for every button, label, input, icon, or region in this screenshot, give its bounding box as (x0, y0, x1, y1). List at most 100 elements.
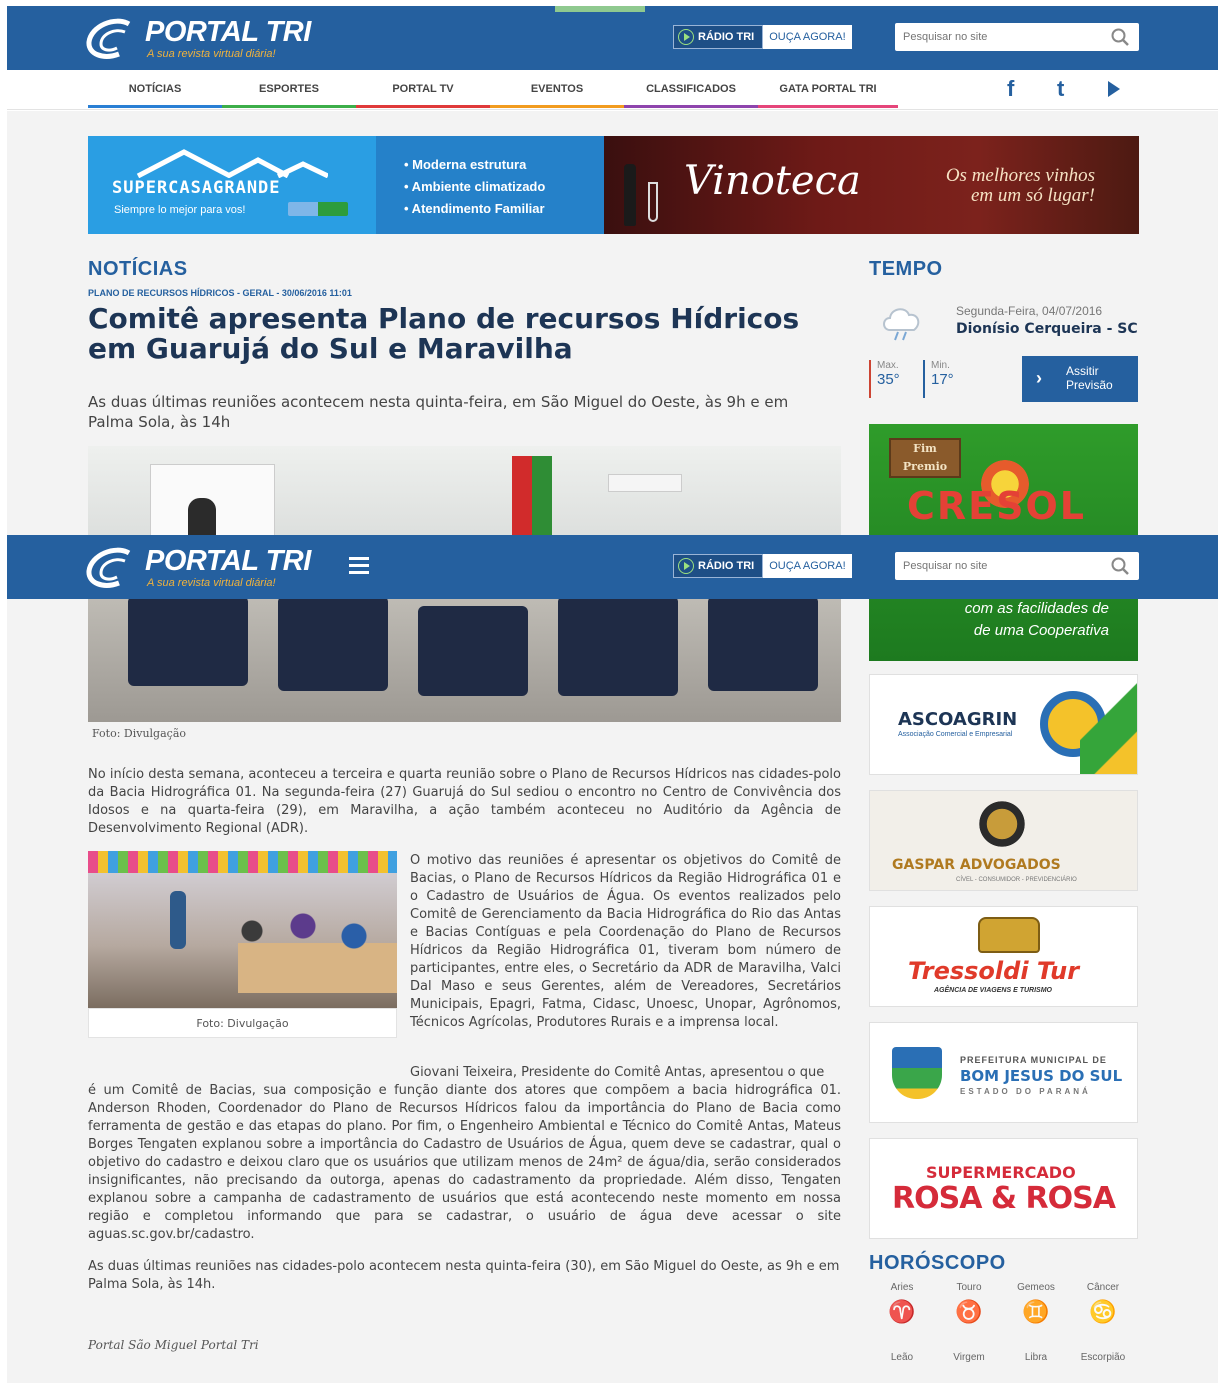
nav-color-bar (88, 105, 222, 108)
weather-date: Segunda-Feira, 04/07/2016 (956, 304, 1103, 318)
horoscope-leao[interactable]: Leão (877, 1352, 927, 1363)
cresol-tag-line: com as facilidades de (964, 600, 1109, 617)
article-paragraph: No início desta semana, aconteceu a terc… (88, 767, 841, 836)
article-paragraph: O motivo das reuniões é apresentar os ob… (410, 853, 841, 1030)
nav-color-bar (222, 105, 356, 108)
site-logo[interactable]: PORTAL TRI A sua revista virtual diária! (85, 16, 315, 62)
chair-shape (708, 596, 818, 691)
bus-icon (978, 917, 1040, 953)
search-icon[interactable] (1111, 557, 1129, 575)
taurus-icon: ♉ (955, 1299, 983, 1324)
rosa-brand: ROSA & ROSA (892, 1181, 1116, 1216)
main-nav: NOTÍCIAS ESPORTES PORTAL TV EVENTOS CLAS… (7, 70, 1218, 110)
cresol-sign: Fim Premio (889, 438, 961, 478)
search-input[interactable] (895, 552, 1095, 580)
nav-item-noticias[interactable]: NOTÍCIAS (88, 70, 222, 108)
chair-shape (278, 596, 388, 691)
watch-forecast-button[interactable]: › Assitir Previsão (1022, 356, 1138, 402)
rosa-rosa-ad[interactable]: SUPERMERCADO ROSA & ROSA (869, 1138, 1138, 1239)
twitter-icon[interactable]: t (1057, 76, 1064, 102)
horoscope-gemeos[interactable]: Gemeos ♊ (1011, 1282, 1061, 1325)
gaspar-laurel-icon (974, 799, 1030, 849)
supercasagrande-brand: SUPERCASAGRANDE (112, 178, 281, 198)
cresol-tagline: com as facilidades de de uma Cooperativa (909, 598, 1109, 642)
radio-label[interactable]: RÁDIO TRI (673, 25, 764, 49)
nav-label: CLASSIFICADOS (646, 83, 736, 95)
article-meta[interactable]: PLANO DE RECURSOS HÍDRICOS - GERAL - 30/… (88, 288, 352, 298)
horoscope-label: Touro (956, 1282, 982, 1293)
weather-max-value: 35° (877, 371, 900, 388)
search-box (895, 23, 1139, 51)
weather-min-value: 17° (931, 371, 954, 388)
horoscope-libra[interactable]: Libra (1011, 1352, 1061, 1363)
play-icon (678, 29, 694, 45)
bom-jesus-line1: PREFEITURA MUNICIPAL DE (960, 1055, 1107, 1065)
article-paragraph: é um Comitê de Bacias, sua composição e … (88, 1083, 841, 1242)
hamburger-menu-icon[interactable] (349, 557, 369, 575)
logo-swoosh-icon (86, 18, 131, 59)
rosa-line1: SUPERMERCADO (926, 1163, 1076, 1182)
ascoagrin-sub: Associação Comercial e Empresarial (898, 731, 1013, 738)
logo-tagline: A sua revista virtual diária! (147, 577, 276, 589)
nav-label: EVENTOS (530, 83, 584, 95)
flags-icon (288, 202, 348, 216)
article-second-photo[interactable] (88, 851, 397, 1008)
nav-label: NOTÍCIAS (128, 83, 182, 95)
facebook-icon[interactable]: f (1007, 76, 1014, 102)
article-lead: As duas últimas reuniões acontecem nesta… (88, 393, 789, 431)
horoscope-escorpiao[interactable]: Escorpião (1078, 1352, 1128, 1363)
gaspar-brand: GASPAR ADVOGADOS (892, 857, 1061, 873)
horoscope-label: Gemeos (1017, 1282, 1055, 1293)
weather-max: Max. 35° (869, 360, 900, 398)
top-header: PORTAL TRI A sua revista virtual diária!… (7, 6, 1218, 70)
nav-color-bar (356, 105, 490, 108)
audience-group (218, 911, 388, 961)
nav-item-esportes[interactable]: ESPORTES (222, 70, 356, 108)
nav-item-gata-portal-tri[interactable]: GATA PORTAL TRI (758, 70, 898, 108)
nav-item-classificados[interactable]: CLASSIFICADOS (624, 70, 758, 108)
horoscope-cancer[interactable]: Câncer ♋ (1078, 1282, 1128, 1325)
listen-now-label[interactable]: OUÇA AGORA! (763, 25, 852, 49)
cresol-brand: CRESOL (907, 484, 1086, 528)
wine-glass-icon (648, 182, 658, 222)
top-banner-ad[interactable]: SUPERCASAGRANDE Siempre lo mejor para vo… (88, 136, 1139, 234)
radio-label-text: RÁDIO TRI (698, 31, 755, 43)
wine-bottle-icon (624, 164, 636, 226)
nav-item-eventos[interactable]: EVENTOS (490, 70, 624, 108)
ascoagrin-ad[interactable]: ASCOAGRIN Associação Comercial e Empresa… (869, 674, 1138, 775)
bom-jesus-line3: ESTADO DO PARANÁ (960, 1087, 1091, 1096)
nav-item-portal-tv[interactable]: PORTAL TV (356, 70, 490, 108)
tressoldi-ad[interactable]: Tressoldi Tur AGÊNCIA DE VIAGENS E TURIS… (869, 906, 1138, 1007)
sticky-site-logo[interactable]: PORTAL TRI A sua revista virtual diária! (85, 545, 315, 591)
sticky-header: PORTAL TRI A sua revista virtual diária!… (7, 535, 1218, 599)
vinoteca-slogan-line: em um só lugar! (970, 185, 1095, 206)
vinoteca-ad: Vinoteca Os melhores vinhos em um só luga… (604, 136, 1139, 234)
cloud-rain-icon (883, 308, 920, 341)
search-input[interactable] (895, 23, 1095, 51)
horoscope-label: Câncer (1086, 1282, 1120, 1293)
gaspar-sub: CÍVEL - CONSUMIDOR - PREVIDENCIÁRIO (956, 877, 1077, 883)
nav-color-bar (490, 105, 624, 108)
bom-jesus-ad[interactable]: PREFEITURA MUNICIPAL DE BOM JESUS DO SUL… (869, 1022, 1138, 1123)
radio-label[interactable]: RÁDIO TRI (673, 554, 764, 578)
chair-shape (418, 606, 528, 696)
weather-min-label: Min. (931, 360, 950, 371)
radio-tri-button[interactable]: RÁDIO TRI OUÇA AGORA! (673, 25, 852, 49)
logo-name: PORTAL TRI (145, 16, 311, 48)
search-icon[interactable] (1111, 28, 1129, 46)
sticky-search-box (895, 552, 1139, 580)
horoscope-touro[interactable]: Touro ♉ (944, 1282, 994, 1325)
radio-tri-button[interactable]: RÁDIO TRI OUÇA AGORA! (673, 554, 852, 578)
logo-tagline: A sua revista virtual diária! (147, 48, 276, 60)
gemini-icon: ♊ (1022, 1299, 1050, 1324)
listen-now-label[interactable]: OUÇA AGORA! (763, 554, 852, 578)
horoscope-aries[interactable]: Aries ♈ (877, 1282, 927, 1325)
youtube-icon[interactable] (1107, 80, 1121, 98)
horoscope-virgem[interactable]: Virgem (944, 1352, 994, 1363)
gaspar-ad[interactable]: GASPAR ADVOGADOS CÍVEL - CONSUMIDOR - PR… (869, 790, 1138, 891)
horoscope-label: Aries (890, 1282, 914, 1293)
banner-bullet: • Ambiente climatizado (404, 179, 546, 194)
vinoteca-slogan: Os melhores vinhos em um só lugar! (946, 166, 1095, 206)
section-title-horoscopo: HORÓSCOPO (869, 1252, 1006, 1274)
supercasagrande-sub: Siempre lo mejor para vos! (114, 204, 246, 216)
